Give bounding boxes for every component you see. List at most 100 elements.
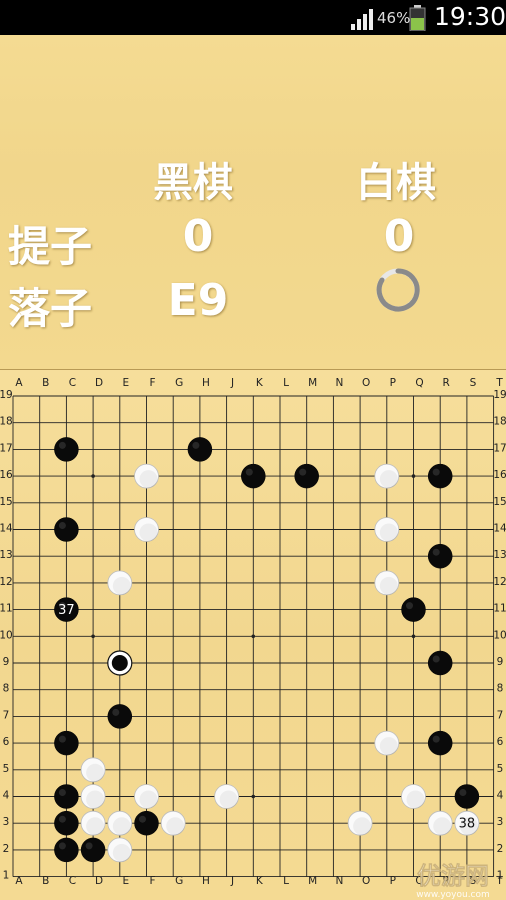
row-label-left: 5 [3,763,10,775]
row-label-right: 4 [497,790,504,802]
move-number-label: 37 [58,603,75,618]
white-stone-shade [166,817,185,836]
column-label-top: D [95,377,103,389]
white-stone-shade [139,523,158,542]
column-label-bottom: N [335,875,343,887]
board-grid[interactable]: AABBCCDDEEFFGGHHJJKKLLMMNNOOPPQQRRSSTT19… [0,370,506,900]
column-label-top: R [443,377,450,389]
black-stone-highlight [58,735,66,743]
black-stone-highlight [58,842,66,850]
black-stone [454,784,480,809]
row-label-right: 3 [497,816,504,828]
column-label-bottom: H [202,875,210,887]
last-move-marker-stone [111,655,128,671]
white-stone-shade [86,790,105,809]
row-label-left: 2 [3,843,10,855]
black-stone [427,543,453,569]
black-stone-highlight [406,602,413,610]
column-label-top: C [69,377,76,389]
black-stone [54,784,79,809]
black-stone-highlight [58,789,66,796]
row-label-right: 10 [493,629,506,641]
column-label-bottom: J [230,875,234,887]
white-stone-shade [139,470,158,489]
row-label-left: 12 [0,576,13,588]
signal-icon [351,9,373,30]
black-stone-highlight [192,441,200,449]
column-label-bottom: B [42,875,49,887]
column-label-top: M [308,377,317,389]
black-stone [401,597,426,622]
column-label-bottom: M [308,875,317,887]
star-point [251,634,256,639]
black-last-move: E9 [167,275,229,326]
go-board[interactable]: A A B B C C D D E E F F G G H H J J K K L L M M N N O O P P Q Q R R S S T T 19… [0,370,506,900]
black-stone [427,463,453,489]
column-label-top: J [230,377,234,389]
black-stone [80,837,106,863]
column-label-top: L [283,377,289,389]
clock: 19:30 [434,2,506,31]
black-stone-highlight [58,441,66,449]
site-watermark-logo: 优游网 www.yoyou.com [416,862,490,900]
row-label-left: 17 [0,442,13,454]
black-stone [241,463,266,489]
column-label-top: K [256,377,264,389]
row-label-right: 14 [493,523,506,535]
row-label-left: 10 [0,629,13,641]
white-stone-shade [112,576,131,595]
row-label-right: 18 [493,416,506,428]
black-stone [427,730,453,756]
column-label-top: Q [415,377,423,389]
column-label-top: P [390,377,396,389]
row-label-right: 12 [493,576,506,588]
white-stone-shade [379,470,398,489]
svg-text:优游网: 优游网 [417,862,489,890]
column-label-bottom: E [122,875,129,887]
black-stone [294,463,319,489]
row-label-right: 5 [497,763,504,775]
black-header: 黑棋 [153,160,233,206]
star-point [411,474,416,478]
column-label-top: S [470,377,477,389]
white-stone-shade [379,737,398,756]
black-stone-highlight [459,789,467,796]
row-label-right: 16 [493,469,506,481]
black-stone-highlight [58,522,66,529]
black-stone [427,650,453,676]
black-stone-highlight [112,708,120,716]
column-label-bottom: O [362,875,370,887]
row-label-left: 3 [3,816,10,828]
white-stone-shade [379,576,398,595]
row-label-left: 8 [3,683,10,695]
battery-icon [409,5,426,31]
black-stone-highlight [432,735,440,743]
row-label-right: 13 [493,549,506,561]
row-label-left: 9 [3,656,10,668]
battery-percent: 46% [377,9,411,27]
score-panel: 黑棋 白棋 提子 0 0 落子 E9 [0,35,506,370]
column-label-top: B [42,377,49,389]
row-label-left: 19 [0,389,13,401]
white-stone-shade [406,790,425,809]
row-label-right: 2 [497,843,504,855]
status-bar: 46% 19:30 [0,0,506,35]
star-point [91,634,95,639]
white-stone-shade [379,523,398,542]
white-stone-shade [219,790,238,809]
column-label-top: T [495,377,503,389]
black-stone-highlight [85,842,93,850]
column-label-bottom: F [149,875,155,887]
white-stone-shade [112,817,131,836]
black-stone-highlight [432,548,440,556]
move-label: 落子 [8,284,93,333]
column-label-bottom: A [15,875,23,887]
row-label-left: 13 [0,549,13,561]
captures-label: 提子 [8,222,93,271]
row-label-left: 4 [3,790,10,802]
black-stone [107,704,133,729]
row-label-left: 16 [0,469,13,481]
black-stone [134,810,159,836]
black-stone-highlight [432,655,440,663]
row-label-left: 14 [0,523,13,535]
